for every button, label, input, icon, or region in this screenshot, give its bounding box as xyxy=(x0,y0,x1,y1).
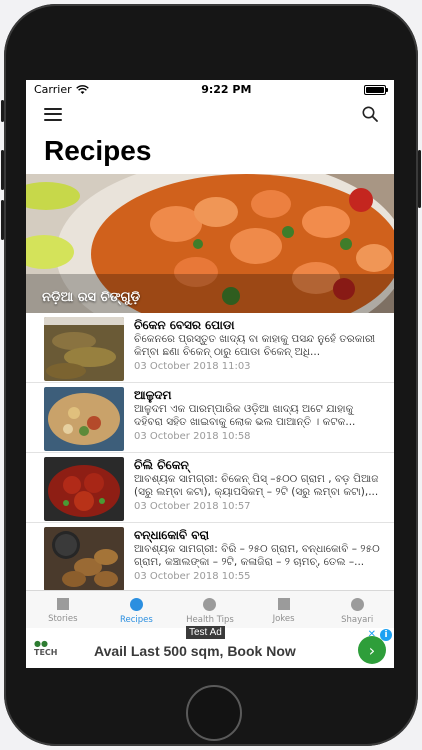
carrier-label: Carrier xyxy=(34,83,72,96)
health-tips-icon xyxy=(203,598,217,611)
recipe-date: 03 October 2018 10:57 xyxy=(134,501,251,512)
battery-icon xyxy=(363,84,388,95)
volume-down-button xyxy=(1,200,4,240)
recipe-excerpt: ଆବଶ୍ୟକ ସାମଗ୍ରୀ: ଚିକେନ୍ ପିସ୍ –୫୦୦ ଗ୍ରାମ ,… xyxy=(134,473,379,498)
ad-headline[interactable]: Avail Last 500 sqm, Book Now xyxy=(80,637,358,659)
app-screen: Carrier 9:22 PM Recipes ନଡ଼ିଆ ରସ ଚିଙ୍ଗୁଡ… xyxy=(26,80,394,668)
tab-shayari[interactable]: Shayari xyxy=(320,591,394,628)
recipe-thumbnail xyxy=(44,317,124,381)
recipe-title: ବନ୍ଧାକୋବି ବରା xyxy=(134,528,210,542)
home-button[interactable] xyxy=(186,685,242,741)
ad-banner[interactable]: Test Ad i ✕ ●● TECH Avail Last 500 sqm, B… xyxy=(26,626,394,668)
tab-label: Recipes xyxy=(119,615,153,625)
recipe-title: ଚିଲି ଚିକେନ୍ xyxy=(134,458,189,472)
recipe-excerpt: ଚିକେନରେ ପ୍ରସ୍ତୁତ ଖାଦ୍ୟ ବା କାହାକୁ ପସନ୍ଦ ନ… xyxy=(134,333,376,358)
list-item[interactable]: ଚିଲି ଚିକେନ୍ ଆବଶ୍ୟକ ସାମଗ୍ରୀ: ଚିକେନ୍ ପିସ୍ … xyxy=(26,453,394,523)
test-ad-badge: Test Ad xyxy=(186,626,225,639)
list-item[interactable]: ଚିକେନ ବେସର ପୋଡା ଚିକେନରେ ପ୍ରସ୍ତୁତ ଖାଦ୍ୟ ବ… xyxy=(26,313,394,383)
recipe-excerpt: ଆବଶ୍ୟକ ସାମଗ୍ରୀ: ବିରି – ୨୫୦ ଗ୍ରାମ, ବନ୍ଧାକ… xyxy=(134,543,380,568)
shayari-icon xyxy=(350,598,364,611)
tab-health-tips[interactable]: Health Tips xyxy=(173,591,247,628)
recipe-list: ଚିକେନ ବେସର ପୋଡା ଚିକେନରେ ପ୍ରସ୍ତୁତ ଖାଦ୍ୟ ବ… xyxy=(26,313,394,593)
recipe-title: ଚିକେନ ବେସର ପୋଡା xyxy=(134,318,235,332)
recipe-excerpt: ଆଳୁଦମ ଏକ ପାରମ୍ପାରିକ ଓଡ଼ିଆ ଖାଦ୍ୟ ଅଟେ ଯାହା… xyxy=(134,403,356,428)
tab-label: Jokes xyxy=(272,614,295,624)
tab-label: Shayari xyxy=(341,615,374,625)
list-item[interactable]: ଆଳୁଦମ ଆଳୁଦମ ଏକ ପାରମ୍ପାରିକ ଓଡ଼ିଆ ଖାଦ୍ୟ ଅଟ… xyxy=(26,383,394,453)
recipes-icon xyxy=(129,598,143,611)
status-bar: Carrier 9:22 PM xyxy=(26,80,394,99)
recipe-title: ଆଳୁଦମ xyxy=(134,388,172,402)
mute-switch xyxy=(1,100,4,122)
recipe-thumbnail xyxy=(44,527,124,591)
stories-icon xyxy=(56,598,69,610)
jokes-icon xyxy=(277,598,290,610)
navigation-bar xyxy=(26,99,394,129)
tab-stories[interactable]: Stories xyxy=(26,591,100,628)
tab-bar: Stories Recipes Health Tips Jokes Shayar… xyxy=(26,590,394,628)
featured-recipe-banner[interactable]: ନଡ଼ିଆ ରସ ଚିଙ୍ଗୁଡ଼ି xyxy=(26,174,394,313)
featured-recipe-title: ନଡ଼ିଆ ରସ ଚିଙ୍ଗୁଡ଼ି xyxy=(42,290,141,305)
status-time: 9:22 PM xyxy=(201,83,252,96)
recipe-thumbnail xyxy=(44,387,124,451)
page-title: Recipes xyxy=(44,135,152,166)
tab-recipes[interactable]: Recipes xyxy=(100,591,174,628)
close-icon[interactable]: ✕ xyxy=(368,629,376,641)
power-button xyxy=(418,150,421,208)
search-icon[interactable] xyxy=(362,106,378,122)
recipe-date: 03 October 2018 10:55 xyxy=(134,571,251,582)
wifi-icon xyxy=(75,84,89,94)
info-icon[interactable]: i xyxy=(380,629,392,641)
list-item[interactable]: ବନ୍ଧାକୋବି ବରା ଆବଶ୍ୟକ ସାମଗ୍ରୀ: ବିରି – ୨୫୦… xyxy=(26,523,394,593)
tab-label: Stories xyxy=(48,614,78,624)
recipe-date: 03 October 2018 11:03 xyxy=(134,361,251,372)
hamburger-icon[interactable] xyxy=(44,107,62,121)
advertiser-logo: ●● TECH xyxy=(34,639,58,657)
tab-label: Health Tips xyxy=(186,615,234,625)
tab-jokes[interactable]: Jokes xyxy=(247,591,321,628)
recipe-thumbnail xyxy=(44,457,124,521)
volume-up-button xyxy=(1,150,4,190)
recipe-date: 03 October 2018 10:58 xyxy=(134,431,251,442)
